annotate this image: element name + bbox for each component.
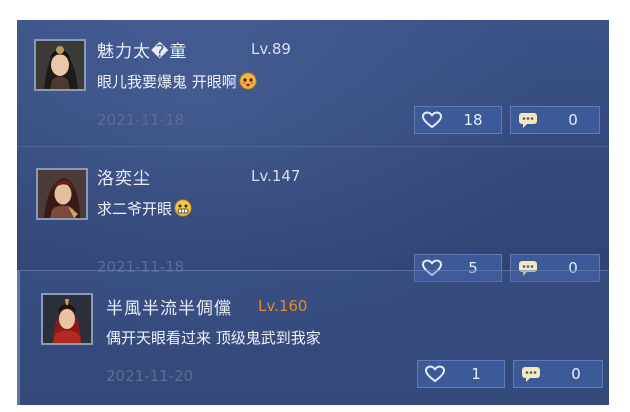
reply-button[interactable]: 0 [513,360,603,388]
grimace-face-emoji [174,199,192,221]
comment-text: 求二爷开眼 [97,198,192,221]
comment-date: 2021-11-20 [106,367,194,385]
like-button[interactable]: 1 [417,360,505,388]
comment-message: 求二爷开眼 [97,200,173,218]
user-level: Lv.89 [251,40,291,58]
comment-text: 眼儿我要爆鬼 开眼啊 [97,71,257,94]
reply-count: 0 [568,111,578,129]
heart-icon [421,111,443,133]
user-level: Lv.160 [258,297,308,315]
speech-bubble-icon [520,365,542,387]
like-count: 18 [463,111,483,129]
comment-message: 偶开天眼看过来 顶级鬼武到我家 [106,329,321,347]
comment-message: 眼儿我要爆鬼 开眼啊 [97,73,237,91]
comment-item: 洛奕尘 Lv.147 求二爷开眼 2021-11-18 5 0 [17,147,609,282]
comment-text: 偶开天眼看过来 顶级鬼武到我家 [106,327,321,348]
speech-bubble-icon [517,111,539,133]
user-avatar[interactable] [34,39,86,91]
username[interactable]: 魅力太�童 [97,37,187,62]
username[interactable]: 洛奕尘 [97,164,151,189]
heart-icon [424,365,446,387]
comment-item-highlighted: 半風半流半倜儻 Lv.160 偶开天眼看过来 顶级鬼武到我家 2021-11-2… [17,270,609,405]
user-avatar[interactable] [36,168,88,220]
like-button[interactable]: 18 [414,106,502,134]
username[interactable]: 半風半流半倜儻 [106,294,232,319]
comment-date: 2021-11-18 [97,111,185,129]
like-count: 1 [471,365,481,383]
user-avatar[interactable] [41,293,93,345]
user-level: Lv.147 [251,167,301,185]
reply-count: 0 [571,365,581,383]
comment-list-panel: 魅力太�童 Lv.89 眼儿我要爆鬼 开眼啊 2021-11-18 18 0 洛… [17,20,609,405]
reply-button[interactable]: 0 [510,106,600,134]
comment-item: 魅力太�童 Lv.89 眼儿我要爆鬼 开眼啊 2021-11-18 18 0 [17,20,609,145]
flushed-face-emoji [239,72,257,94]
